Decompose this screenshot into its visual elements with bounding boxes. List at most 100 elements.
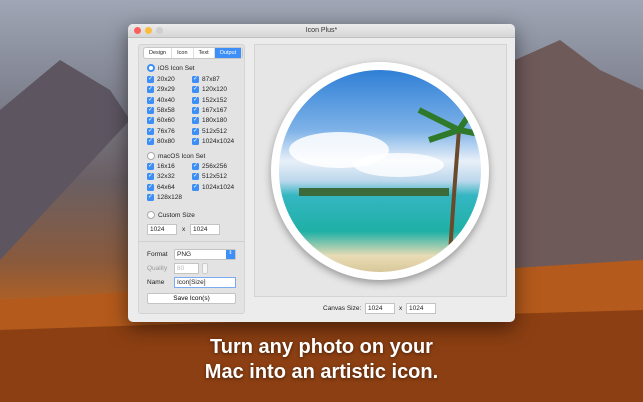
size-checkbox[interactable]: ✓ 29x29 <box>147 86 175 94</box>
format-value: PNG <box>177 251 192 258</box>
minimize-button[interactable] <box>145 27 152 34</box>
canvas-width-input[interactable]: 1024 <box>365 303 395 314</box>
size-checkbox[interactable]: ✓ 128x128 <box>147 193 182 201</box>
macos-label: macOS Icon Set <box>158 152 206 160</box>
window-title: Icon Plus* <box>305 27 338 34</box>
tab-design[interactable]: Design <box>144 48 173 58</box>
canvas-x-label: x <box>399 305 403 312</box>
checkmark-icon: ✓ <box>147 106 154 114</box>
size-checkbox[interactable]: ✓ 58x58 <box>147 106 175 114</box>
custom-height-input[interactable]: 1024 <box>190 224 220 235</box>
name-label: Name <box>147 279 165 286</box>
checkmark-icon: ✓ <box>147 173 154 181</box>
size-label: 512x512 <box>202 173 227 181</box>
size-label: 80x80 <box>157 137 175 145</box>
ios-icon-set-radio[interactable]: iOS Icon Set <box>147 64 195 72</box>
custom-label: Custom Size <box>158 211 195 219</box>
quality-label: Quality <box>147 265 168 272</box>
size-label: 60x60 <box>157 117 175 125</box>
icon-preview <box>271 62 489 280</box>
size-checkbox[interactable]: ✓ 64x64 <box>147 183 175 191</box>
checkmark-icon: ✓ <box>147 86 154 94</box>
size-label: 76x76 <box>157 127 175 135</box>
quality-input[interactable]: 80 <box>174 263 199 274</box>
size-checkbox[interactable]: ✓ 80x80 <box>147 137 175 145</box>
checkmark-icon: ✓ <box>192 117 199 125</box>
custom-size-radio[interactable]: Custom Size <box>147 211 195 219</box>
size-label: 1024x1024 <box>202 137 235 145</box>
canvas-height-input[interactable]: 1024 <box>406 303 436 314</box>
size-checkbox[interactable]: ✓ 256x256 <box>192 163 227 170</box>
caption-line-2: Mac into an artistic icon. <box>204 361 439 383</box>
size-label: 40x40 <box>157 96 175 104</box>
size-checkbox[interactable]: ✓ 1024x1024 <box>192 183 235 191</box>
size-checkbox[interactable]: ✓ 120x120 <box>192 86 227 94</box>
checkmark-icon: ✓ <box>147 163 154 170</box>
size-label: 58x58 <box>157 106 175 114</box>
format-label: Format <box>147 251 168 258</box>
checkmark-icon: ✓ <box>147 117 154 125</box>
size-checkbox[interactable]: ✓ 40x40 <box>147 96 175 104</box>
size-label: 20x20 <box>157 76 175 83</box>
checkmark-icon: ✓ <box>147 193 154 201</box>
size-checkbox[interactable]: ✓ 76x76 <box>147 127 175 135</box>
chevron-updown-icon: ⇕ <box>226 250 235 259</box>
size-checkbox[interactable]: ✓ 60x60 <box>147 117 175 125</box>
checkmark-icon: ✓ <box>147 76 154 83</box>
checkmark-icon: ✓ <box>192 137 199 145</box>
custom-width-input[interactable]: 1024 <box>147 224 177 235</box>
size-checkbox[interactable]: ✓ 152x152 <box>192 96 227 104</box>
size-label: 256x256 <box>202 163 227 170</box>
size-label: 32x32 <box>157 173 175 181</box>
size-checkbox[interactable]: ✓ 512x512 <box>192 127 227 135</box>
size-checkbox[interactable]: ✓ 16x16 <box>147 163 175 170</box>
settings-panel: Design Icon Text Output iOS Icon Set mac… <box>138 44 245 314</box>
size-label: 152x152 <box>202 96 227 104</box>
caption-line-1: Turn any photo on your <box>210 336 433 358</box>
quality-stepper[interactable] <box>202 263 208 274</box>
format-select[interactable]: PNG ⇕ <box>174 249 236 260</box>
canvas-preview <box>254 44 507 297</box>
checkmark-icon: ✓ <box>192 127 199 135</box>
size-checkbox[interactable]: ✓ 512x512 <box>192 173 227 181</box>
checkmark-icon: ✓ <box>192 183 199 191</box>
canvas-size-label: Canvas Size: <box>323 305 362 312</box>
zoom-button[interactable] <box>156 27 163 34</box>
checkmark-icon: ✓ <box>192 76 199 83</box>
ios-label: iOS Icon Set <box>158 64 195 72</box>
size-checkbox[interactable]: ✓ 180x180 <box>192 117 227 125</box>
size-label: 29x29 <box>157 86 175 94</box>
size-label: 512x512 <box>202 127 227 135</box>
macos-icon-set-radio[interactable]: macOS Icon Set <box>147 152 205 160</box>
checkmark-icon: ✓ <box>192 86 199 94</box>
checkmark-icon: ✓ <box>192 106 199 114</box>
checkmark-icon: ✓ <box>192 96 199 104</box>
checkmark-icon: ✓ <box>147 127 154 135</box>
checkmark-icon: ✓ <box>147 96 154 104</box>
size-label: 128x128 <box>157 193 182 201</box>
save-icons-button[interactable]: Save Icon(s) <box>147 293 236 304</box>
tab-icon[interactable]: Icon <box>172 48 194 58</box>
size-label: 167x167 <box>202 106 227 114</box>
size-label: 87x87 <box>202 76 220 83</box>
tab-output[interactable]: Output <box>214 48 243 58</box>
size-checkbox[interactable]: ✓ 1024x1024 <box>192 137 235 145</box>
size-label: 1024x1024 <box>202 183 235 191</box>
size-checkbox[interactable]: ✓ 167x167 <box>192 106 227 114</box>
tab-bar: Design Icon Text Output <box>143 47 244 59</box>
title-bar[interactable]: Icon Plus* <box>128 24 515 38</box>
size-checkbox[interactable]: ✓ 32x32 <box>147 173 175 181</box>
size-checkbox[interactable]: ✓ 20x20 <box>147 76 175 83</box>
size-label: 16x16 <box>157 163 175 170</box>
size-checkbox[interactable]: ✓ 87x87 <box>192 76 220 83</box>
checkmark-icon: ✓ <box>192 163 199 170</box>
checkmark-icon: ✓ <box>147 137 154 145</box>
close-button[interactable] <box>134 27 141 34</box>
size-label: 180x180 <box>202 117 227 125</box>
checkmark-icon: ✓ <box>147 183 154 191</box>
custom-x-label: x <box>182 226 186 233</box>
tab-text[interactable]: Text <box>194 48 215 58</box>
app-window: Icon Plus* Design Icon Text Output iOS I… <box>128 24 515 322</box>
name-input[interactable]: Icon[Size] <box>174 277 236 288</box>
size-label: 120x120 <box>202 86 227 94</box>
